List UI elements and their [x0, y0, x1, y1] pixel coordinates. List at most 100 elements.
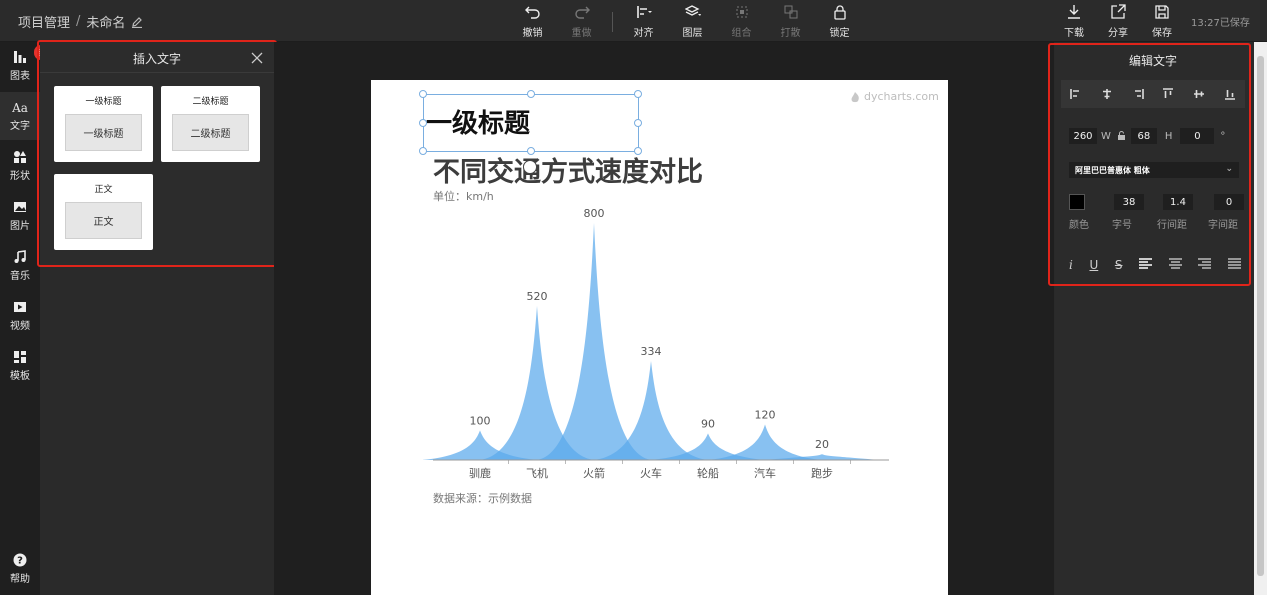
text-format-row: i U S	[1069, 258, 1241, 272]
group-label: 组合	[731, 28, 752, 39]
text-justify-icon[interactable]	[1227, 258, 1241, 272]
text-align-right-icon[interactable]	[1198, 258, 1212, 272]
chart-title[interactable]: 不同交通方式速度对比	[433, 150, 703, 189]
layer-button[interactable]: 图层	[668, 4, 717, 39]
x-tick-label: 火车	[640, 466, 662, 480]
italic-icon[interactable]: i	[1069, 258, 1073, 272]
help-icon: ?	[13, 553, 27, 567]
undo-label: 撤销	[522, 28, 543, 39]
height-field[interactable]: 68	[1130, 128, 1157, 144]
card-title: 一级标题	[85, 97, 122, 107]
resize-handle[interactable]	[419, 147, 427, 155]
data-label: 334	[641, 345, 662, 358]
sidebar-item-music[interactable]: 音乐	[0, 242, 40, 290]
heading-text[interactable]: 一级标题	[426, 103, 530, 140]
resize-handle[interactable]	[527, 147, 535, 155]
redo-label: 重做	[571, 28, 592, 39]
lock-ratio-icon[interactable]	[1117, 131, 1126, 141]
download-button[interactable]: 下载	[1052, 4, 1096, 39]
align-button[interactable]: 对齐	[619, 4, 668, 39]
text-align-left-icon[interactable]	[1139, 258, 1153, 272]
file-name[interactable]: 未命名	[86, 12, 125, 31]
letter-spacing-field[interactable]: 0	[1214, 194, 1244, 210]
peak-area-chart[interactable]: 100 驯鹿 520 飞机 800 火箭 334 火车 90 轮船 120 汽车 20 跑步	[423, 205, 893, 485]
chart-icon	[14, 51, 26, 63]
sidebar-item-video[interactable]: 视频	[0, 292, 40, 340]
line-height-label: 行间距	[1157, 220, 1187, 231]
template-icon	[14, 351, 26, 363]
sidebar-item-text[interactable]: Aa 文字	[0, 92, 40, 140]
heading1-card[interactable]: 一级标题 一级标题	[54, 86, 153, 162]
resize-handle[interactable]	[634, 119, 642, 127]
strikethrough-icon[interactable]: S	[1115, 258, 1123, 272]
align-icon	[636, 6, 652, 18]
align-top-icon[interactable]	[1162, 88, 1174, 100]
card-title: 二级标题	[192, 97, 229, 107]
align-center-h-icon[interactable]	[1101, 88, 1113, 100]
group-button[interactable]: 组合	[717, 4, 766, 39]
lock-button[interactable]: 锁定	[815, 4, 864, 39]
line-height-field[interactable]: 1.4	[1163, 194, 1193, 210]
rotation-field[interactable]: 0	[1180, 128, 1215, 144]
sidebar-item-shape[interactable]: 形状	[0, 142, 40, 190]
align-center-v-icon[interactable]	[1193, 88, 1205, 100]
undo-button[interactable]: 撤销	[508, 4, 557, 39]
insert-text-panel: 插入文字 一级标题 一级标题 二级标题 二级标题 正文 正文	[40, 42, 274, 265]
font-name: 阿里巴巴普惠体 粗体	[1075, 165, 1150, 175]
width-field[interactable]: 260	[1069, 128, 1097, 144]
panel-divider	[40, 72, 274, 73]
left-sidebar: 图表 Aa 文字 形状 图片 音乐 视频 模板 ? 帮助	[0, 42, 40, 595]
data-label: 100	[470, 414, 491, 427]
heading2-card[interactable]: 二级标题 二级标题	[161, 86, 260, 162]
share-button[interactable]: 分享	[1096, 4, 1140, 39]
body-text-card[interactable]: 正文 正文	[54, 174, 153, 250]
resize-handle[interactable]	[419, 90, 427, 98]
x-tick-label: 火箭	[583, 466, 605, 480]
insert-heading1-button[interactable]: 一级标题	[65, 114, 142, 151]
underline-icon[interactable]: U	[1089, 258, 1098, 272]
vertical-scrollbar[interactable]	[1254, 42, 1267, 595]
text-align-center-icon[interactable]	[1168, 258, 1182, 272]
pencil-icon[interactable]	[131, 16, 143, 28]
file-toolbar: 下载 分享 保存	[1052, 4, 1184, 39]
breadcrumb-project[interactable]: 项目管理	[18, 12, 70, 31]
sidebar-item-label: 图片	[10, 221, 30, 232]
insert-body-button[interactable]: 正文	[65, 202, 142, 239]
size-row: 260 W 68 H 0 °	[1069, 128, 1225, 144]
x-tick-label: 驯鹿	[469, 466, 491, 480]
align-left-icon[interactable]	[1070, 88, 1082, 100]
data-label: 120	[755, 408, 776, 421]
watermark: dycharts.com	[849, 90, 939, 103]
sidebar-item-image[interactable]: 图片	[0, 192, 40, 240]
resize-handle[interactable]	[634, 90, 642, 98]
insert-heading2-button[interactable]: 二级标题	[172, 114, 249, 151]
edit-text-panel: 编辑文字 260 W 68 H 0 ° 阿里巴巴普惠体 粗体 ⌄ 38 1.4 …	[1055, 42, 1251, 595]
sidebar-item-template[interactable]: 模板	[0, 342, 40, 390]
align-right-icon[interactable]	[1132, 88, 1144, 100]
font-family-select[interactable]: 阿里巴巴普惠体 粗体 ⌄	[1069, 162, 1239, 178]
resize-handle[interactable]	[527, 90, 535, 98]
redo-button[interactable]: 重做	[557, 4, 606, 39]
selected-text-box[interactable]: 一级标题	[419, 90, 642, 155]
resize-handle[interactable]	[419, 119, 427, 127]
sidebar-item-label: 音乐	[10, 271, 30, 282]
scrollbar-thumb[interactable]	[1257, 56, 1264, 576]
rotate-handle[interactable]	[523, 160, 537, 174]
edit-toolbar: 撤销 重做 对齐 图层 组合 打散 锁定	[508, 4, 864, 39]
data-label: 800	[584, 207, 605, 220]
align-bottom-icon[interactable]	[1224, 88, 1236, 100]
top-bar: 项目管理 / 未命名 撤销 重做 对齐 图层 组合 打散 锁定 下载 分享 保存…	[0, 0, 1267, 42]
ungroup-button[interactable]: 打散	[766, 4, 815, 39]
font-size-field[interactable]: 38	[1114, 194, 1144, 210]
layers-icon	[684, 5, 701, 16]
sidebar-item-help[interactable]: ? 帮助	[0, 545, 40, 593]
save-button[interactable]: 保存	[1140, 4, 1184, 39]
ungroup-icon	[784, 5, 797, 19]
design-canvas[interactable]: dycharts.com 不同交通方式速度对比 一级标题 单位：km/h 100…	[371, 80, 948, 595]
flame-logo-icon	[851, 91, 859, 102]
resize-handle[interactable]	[634, 147, 642, 155]
color-swatch[interactable]	[1069, 194, 1085, 210]
sidebar-item-label: 视频	[10, 321, 30, 332]
close-icon[interactable]	[251, 52, 263, 64]
x-tick-label: 汽车	[754, 466, 776, 480]
